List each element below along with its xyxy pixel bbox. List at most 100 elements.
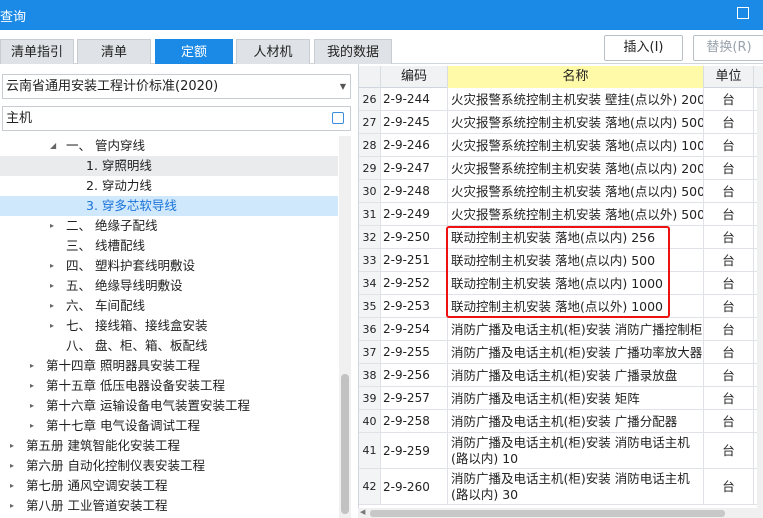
horizontal-scrollbar-thumb[interactable] [370,510,725,517]
collapsed-arrow-icon[interactable]: ▸ [10,436,14,456]
quota-unit: 台 [704,341,754,363]
tree-scrollbar-thumb[interactable] [341,374,349,514]
table-header: 编码 名称 单位 [359,66,763,88]
collapsed-arrow-icon[interactable]: ▸ [50,256,54,276]
quota-code: 2-9-245 [381,111,448,133]
tree-node[interactable]: ▸ 第十五章 低压电器设备安装工程 [0,376,338,396]
collapsed-arrow-icon[interactable]: ▸ [10,496,14,516]
row-number: 33 [359,249,381,271]
unit-header[interactable]: 单位 [704,66,754,88]
tree-node[interactable]: 2. 穿动力线 [0,176,338,196]
table-row[interactable]: 41 2-9-259 消防广播及电话主机(柜)安装 消防电话主机(路以内) 10 台 [359,433,763,469]
row-number: 29 [359,157,381,179]
collapsed-arrow-icon[interactable]: ▸ [50,296,54,316]
table-row[interactable]: 40 2-9-258 消防广播及电话主机(柜)安装 广播分配器台 [359,410,763,433]
quota-unit: 台 [704,433,754,468]
quota-code: 2-9-251 [381,249,448,271]
maximize-icon[interactable] [737,7,749,19]
tree-node[interactable]: ▸ 第十七章 电气设备调试工程 [0,416,338,436]
search-input[interactable]: 主机 [2,106,351,131]
quota-name: 消防广播及电话主机(柜)安装 消防电话主机(路以内) 10 [448,433,704,468]
collapsed-arrow-icon[interactable]: ▸ [30,396,34,416]
tree-scrollbar[interactable] [339,136,351,518]
tree-node-label: 一、 管内穿线 [66,138,145,153]
tree-node[interactable]: ▸ 第八册 工业管道安装工程 [0,496,338,516]
table-vertical-scrollbar[interactable] [757,88,763,508]
tree-node[interactable]: ▸ 六、 车间配线 [0,296,338,316]
tree-node[interactable]: ▸ 七、 接线箱、接线盒安装 [0,316,338,336]
table-horizontal-scrollbar[interactable]: ◀ [358,508,763,518]
tree-node[interactable]: ▸ 第六册 自动化控制仪表安装工程 [0,456,338,476]
tree-node-selected[interactable]: 3. 穿多芯软导线 [0,196,338,216]
collapsed-arrow-icon[interactable]: ▸ [50,276,54,296]
tree-node-label: 四、 塑料护套线明敷设 [66,258,195,273]
code-header[interactable]: 编码 [381,66,448,88]
quota-unit: 台 [704,410,754,432]
highlight-annotation-box [446,226,670,318]
quota-unit: 台 [704,134,754,156]
quota-unit: 台 [704,364,754,386]
tree-node[interactable]: 三、 线槽配线 [0,236,338,256]
table-row[interactable]: 26 2-9-244 火灾报警系统控制主机安装 壁挂(点以外) 2000 台 [359,88,763,111]
row-number: 38 [359,364,381,386]
replace-button[interactable]: 替换(R) [693,35,763,61]
table-row[interactable]: 37 2-9-255 消防广播及电话主机(柜)安装 广播功率放大器台 [359,341,763,364]
collapsed-arrow-icon[interactable]: ▸ [10,456,14,476]
collapsed-arrow-icon[interactable]: ▸ [30,376,34,396]
tree-node-label: 1. 穿照明线 [86,158,152,173]
tree-node-label: 第五册 建筑智能化安装工程 [26,438,180,453]
tab-labor-material-machine[interactable]: 人材机 [236,39,310,64]
quota-unit: 台 [704,226,754,248]
search-filter-icon[interactable] [332,112,344,124]
expanded-arrow-icon[interactable]: ◢ [50,136,56,156]
table-row[interactable]: 28 2-9-246 火灾报警系统控制主机安装 落地(点以内) 1000 台 [359,134,763,157]
row-number: 28 [359,134,381,156]
table-row[interactable]: 38 2-9-256 消防广播及电话主机(柜)安装 广播录放盘台 [359,364,763,387]
table-row[interactable]: 30 2-9-248 火灾报警系统控制主机安装 落地(点以内) 5000 台 [359,180,763,203]
tree-node[interactable]: ▸ 第十四章 照明器具安装工程 [0,356,338,376]
tab-list[interactable]: 清单 [77,39,151,64]
tree-node[interactable]: ◢ 一、 管内穿线 [0,136,338,156]
quota-code: 2-9-257 [381,387,448,409]
collapsed-arrow-icon[interactable]: ▸ [50,216,54,236]
tree-node[interactable]: ▸ 二、 绝缘子配线 [0,216,338,236]
tab-quota[interactable]: 定额 [155,39,233,64]
tree-node[interactable]: ▸ 第五册 建筑智能化安装工程 [0,436,338,456]
table-row[interactable]: 27 2-9-245 火灾报警系统控制主机安装 落地(点以内) 500 台 [359,111,763,134]
tree-node[interactable]: ▸ 第七册 通风空调安装工程 [0,476,338,496]
table-row[interactable]: 29 2-9-247 火灾报警系统控制主机安装 落地(点以内) 2000 台 [359,157,763,180]
quota-name: 消防广播及电话主机(柜)安装 消防广播控制柜 [448,318,704,340]
quota-unit: 台 [704,180,754,202]
collapsed-arrow-icon[interactable]: ▸ [10,476,14,496]
table-row[interactable]: 31 2-9-249 火灾报警系统控制主机安装 落地(点以外) 5000 台 [359,203,763,226]
tab-my-data[interactable]: 我的数据 [314,39,392,64]
quota-code: 2-9-249 [381,203,448,225]
row-number: 32 [359,226,381,248]
table-row[interactable]: 39 2-9-257 消防广播及电话主机(柜)安装 矩阵台 [359,387,763,410]
tree-node[interactable]: ▸ 第十六章 运输设备电气装置安装工程 [0,396,338,416]
insert-button[interactable]: 插入(I) [604,35,683,61]
quota-unit: 台 [704,157,754,179]
tab-list-guide[interactable]: 清单指引 [0,39,74,64]
collapsed-arrow-icon[interactable]: ▸ [50,316,54,336]
quota-name: 火灾报警系统控制主机安装 落地(点以内) 500 [448,111,704,133]
tree-node[interactable]: 八、 盘、柜、箱、板配线 [0,336,338,356]
standard-select[interactable]: 云南省通用安装工程计价标准(2020) ▼ [2,74,351,99]
tree-node-label: 八、 盘、柜、箱、板配线 [66,338,208,353]
quota-code: 2-9-255 [381,341,448,363]
collapsed-arrow-icon[interactable]: ▸ [30,356,34,376]
scroll-left-arrow-icon[interactable]: ◀ [360,508,365,516]
chevron-down-icon[interactable]: ▼ [340,75,346,98]
window-title: 查询 [0,10,27,25]
collapsed-arrow-icon[interactable]: ▸ [30,416,34,436]
tree-node-label: 2. 穿动力线 [86,178,152,193]
tree-node[interactable]: 1. 穿照明线 [0,156,338,176]
tree-node[interactable]: ▸ 五、 绝缘导线明敷设 [0,276,338,296]
quota-code: 2-9-246 [381,134,448,156]
name-header[interactable]: 名称 [448,66,704,88]
row-number: 39 [359,387,381,409]
table-row[interactable]: 42 2-9-260 消防广播及电话主机(柜)安装 消防电话主机(路以内) 30 台 [359,469,763,505]
table-row[interactable]: 36 2-9-254 消防广播及电话主机(柜)安装 消防广播控制柜台 [359,318,763,341]
quota-code: 2-9-254 [381,318,448,340]
tree-node[interactable]: ▸ 四、 塑料护套线明敷设 [0,256,338,276]
